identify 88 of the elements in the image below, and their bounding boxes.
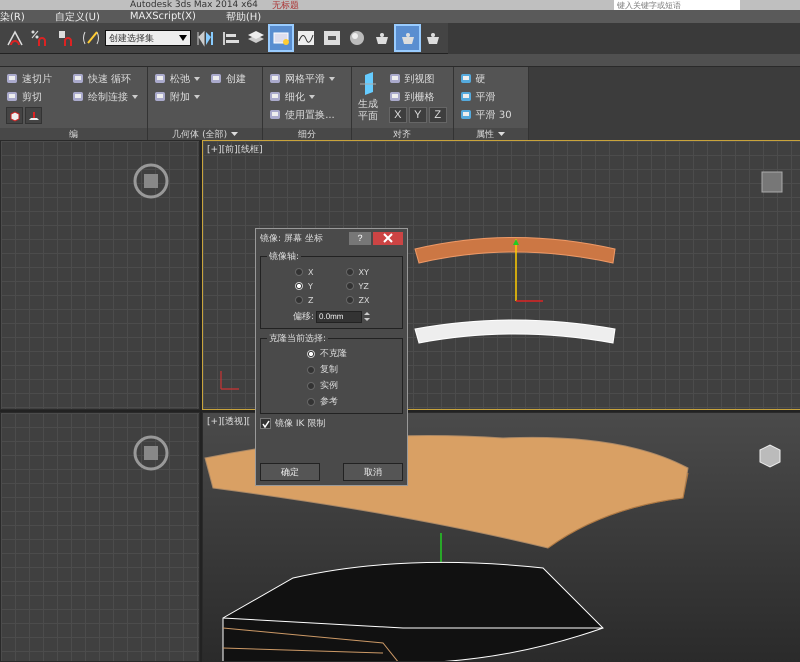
- ribbon-button[interactable]: 创建: [210, 71, 256, 86]
- axis-gizmo-icon: [513, 239, 543, 302]
- radio-button[interactable]: [307, 366, 315, 374]
- ribbon-button[interactable]: 剪切: [6, 89, 62, 104]
- cube-icon[interactable]: [6, 107, 23, 124]
- checkbox[interactable]: [260, 418, 271, 429]
- ribbon-button[interactable]: 快速 循环: [72, 71, 142, 86]
- option-label[interactable]: 不克隆: [320, 347, 347, 360]
- option-label[interactable]: 参考: [320, 395, 338, 408]
- panel-title[interactable]: 几何体 (全部): [148, 128, 262, 140]
- ribbon-button[interactable]: 网格平滑: [269, 71, 345, 86]
- option-label[interactable]: 镜像 IK 限制: [275, 417, 326, 430]
- radio-button[interactable]: [295, 268, 303, 276]
- selection-set-dropdown[interactable]: 创建选择集: [105, 30, 192, 46]
- plane-icon: [360, 71, 376, 97]
- ribbon-button[interactable]: 松弛: [154, 71, 200, 86]
- radio-button[interactable]: [295, 296, 303, 304]
- world-axis-icon: [220, 370, 240, 390]
- panel-title[interactable]: 细分: [263, 128, 351, 140]
- window-title: Autodesk 3ds Max 2014 x64: [130, 0, 258, 10]
- caret-icon: [179, 35, 188, 41]
- ribbon-button[interactable]: 硬: [460, 71, 522, 86]
- option-label[interactable]: ZX: [358, 296, 370, 304]
- axis-button[interactable]: Y: [408, 107, 427, 123]
- radio-button[interactable]: [307, 398, 315, 406]
- radio-button[interactable]: [346, 282, 354, 290]
- option-label[interactable]: 实例: [320, 379, 338, 392]
- menu-item[interactable]: 帮助(H): [226, 10, 262, 24]
- offset-label: 偏移:: [292, 310, 314, 323]
- menu-item[interactable]: 染(R): [0, 10, 25, 24]
- option-label[interactable]: 复制: [320, 363, 338, 376]
- ribbon-button[interactable]: 平滑 30: [460, 107, 522, 122]
- panel-title[interactable]: 编: [0, 128, 148, 140]
- tool-icon: [460, 109, 472, 120]
- tool-icon: [72, 91, 84, 102]
- viewcube-icon[interactable]: [131, 433, 171, 473]
- viewcube-icon[interactable]: [131, 161, 171, 201]
- viewport-label[interactable]: [+][透视][: [207, 415, 250, 428]
- generate-plane-button[interactable]: 生成平面: [358, 71, 379, 124]
- ribbon-button[interactable]: 使用置换...: [269, 107, 345, 122]
- document-title: 无标题: [272, 0, 299, 10]
- tool-icon: [460, 73, 472, 84]
- ribbon-button[interactable]: 绘制连接: [72, 89, 142, 104]
- radio-button[interactable]: [346, 296, 354, 304]
- close-icon: [383, 233, 393, 243]
- ribbon-button[interactable]: 平滑: [460, 89, 522, 104]
- tool-icon: [6, 73, 18, 84]
- radio-button[interactable]: [307, 382, 315, 390]
- tool-icon: [154, 91, 166, 102]
- radio-button[interactable]: [346, 268, 354, 276]
- ribbon-button[interactable]: 到视图: [388, 71, 447, 86]
- pin-icon[interactable]: [25, 107, 42, 124]
- tool-icon: [269, 73, 282, 84]
- panel-title[interactable]: 对齐: [352, 128, 453, 140]
- axis-button[interactable]: X: [388, 107, 407, 123]
- tool-icon: [388, 73, 401, 84]
- dialog-title: 镜像: 屏幕 坐标: [260, 232, 324, 244]
- help-button[interactable]: ?: [349, 232, 371, 244]
- viewcube-icon[interactable]: [759, 169, 785, 195]
- offset-field[interactable]: 0.0mm: [316, 310, 362, 322]
- menu-item[interactable]: 自定义(U): [54, 10, 100, 24]
- option-label[interactable]: XY: [358, 268, 369, 276]
- ribbon-button[interactable]: 细化: [269, 89, 345, 104]
- tool-icon: [269, 91, 282, 102]
- tool-icon: [72, 73, 84, 84]
- option-label[interactable]: Y: [308, 282, 313, 290]
- menu-item[interactable]: MAXScript(X): [130, 11, 196, 22]
- search-field[interactable]: 键入关键字或短语: [614, 0, 740, 10]
- ribbon-button[interactable]: 到栅格: [388, 89, 447, 104]
- dialog-button[interactable]: 确定: [260, 463, 320, 481]
- ribbon-button[interactable]: 速切片: [6, 71, 62, 86]
- tool-icon: [154, 73, 166, 84]
- group-label: 克隆当前选择:: [268, 332, 328, 345]
- tool-icon: [269, 109, 282, 120]
- ribbon-button[interactable]: 附加: [154, 89, 200, 104]
- group-label: 镜像轴:: [268, 250, 300, 263]
- dialog-button[interactable]: 取消: [343, 463, 403, 481]
- option-label[interactable]: YZ: [358, 282, 369, 290]
- panel-title[interactable]: 属性: [454, 128, 528, 140]
- option-label[interactable]: X: [308, 268, 314, 276]
- viewport-label[interactable]: [+][前][线框]: [207, 143, 263, 156]
- axis-button[interactable]: Z: [428, 107, 447, 123]
- close-button[interactable]: [373, 232, 403, 244]
- tool-icon: [210, 73, 222, 84]
- tool-icon: [388, 91, 401, 102]
- tool-icon: [460, 91, 472, 102]
- option-label[interactable]: Z: [308, 296, 314, 304]
- tool-icon: [6, 91, 18, 102]
